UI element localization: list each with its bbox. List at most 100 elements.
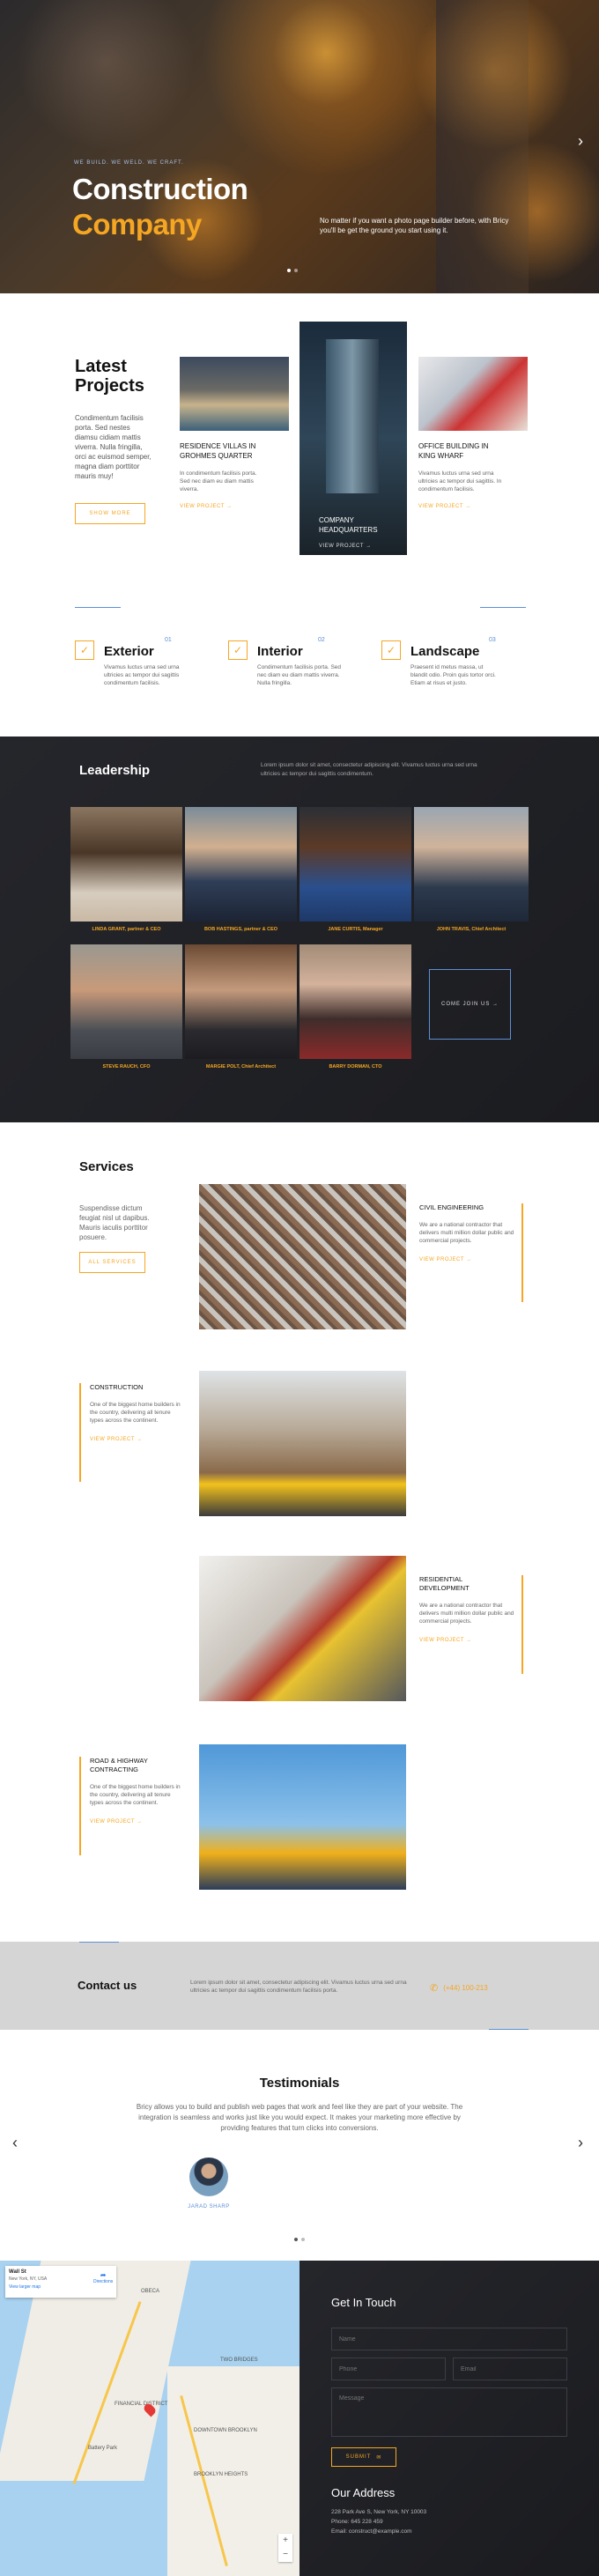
project-photo-villas bbox=[180, 357, 289, 431]
form-heading: Get In Touch bbox=[331, 2296, 396, 2309]
project-link[interactable]: VIEW PROJECT → bbox=[319, 544, 372, 549]
leader-card[interactable]: JANE CURTIS, Manager bbox=[300, 807, 411, 939]
map-label: OBECA bbox=[141, 2289, 160, 2294]
map-label: FINANCIAL DISTRICT bbox=[115, 2402, 168, 2407]
join-us-button[interactable]: COME JOIN US → bbox=[429, 969, 511, 1040]
testimonial-avatar bbox=[189, 2158, 228, 2196]
project-card-villas[interactable]: RESIDENCE VILLAS IN GROHMES QUARTER In c… bbox=[180, 357, 289, 509]
services: Services Suspendisse dictum feugiat nisl… bbox=[0, 1122, 599, 1942]
feature-title: Exterior bbox=[104, 644, 154, 659]
address-line2: Phone: 645 228 459 bbox=[331, 2519, 383, 2525]
leader-name: MARGIE POLT, Chief Architect bbox=[205, 1064, 277, 1070]
feature-title: Landscape bbox=[410, 644, 480, 659]
check-icon: ✓ bbox=[381, 640, 401, 660]
feature-text: Praesent id metus massa, ut blandit odio… bbox=[410, 664, 496, 686]
submit-label[interactable]: SUBMIT bbox=[346, 2454, 372, 2460]
service-card-civil: CIVIL ENGINEERING We are a national cont… bbox=[419, 1203, 523, 1302]
service-link-label[interactable]: VIEW PROJECT bbox=[419, 1257, 464, 1262]
hero-title-line2: Company bbox=[72, 208, 202, 241]
phone-number[interactable]: (+44) 100-213 bbox=[443, 1984, 487, 1992]
leader-photo bbox=[185, 807, 297, 922]
hero-title-line1: Construction bbox=[72, 173, 248, 205]
map[interactable]: OBECA TWO BRIDGES FINANCIAL DISTRICT DOW… bbox=[0, 2261, 300, 2576]
testimonial-dots[interactable] bbox=[294, 2238, 305, 2241]
service-photo-civil bbox=[199, 1184, 406, 1329]
hero-dots[interactable] bbox=[287, 269, 298, 272]
project-link-label[interactable]: VIEW PROJECT bbox=[319, 544, 364, 549]
all-services-button[interactable]: ALL SERVICES bbox=[79, 1252, 145, 1273]
map-directions-label[interactable]: Directions bbox=[93, 2279, 113, 2284]
leader-card[interactable]: BOB HASTINGS, partner & CEO bbox=[185, 807, 297, 939]
leader-card[interactable]: STEVE RAUCH, CFO bbox=[70, 944, 182, 1077]
leader-card[interactable]: LINDA GRANT, partner & CEO bbox=[70, 807, 182, 939]
leader-photo bbox=[70, 944, 182, 1059]
project-card-office[interactable]: OFFICE BUILDING IN KING WHARF Vivamus lu… bbox=[418, 357, 528, 509]
service-link-label[interactable]: VIEW PROJECT bbox=[90, 1437, 135, 1442]
leadership: Leadership Lorem ipsum dolor sit amet, c… bbox=[0, 737, 599, 1122]
zoom-in-icon[interactable]: + bbox=[278, 2534, 292, 2548]
leader-photo bbox=[300, 944, 411, 1059]
service-title: CONSTRUCTION bbox=[90, 1383, 144, 1391]
phone-link[interactable]: ✆ (+44) 100-213 bbox=[430, 1982, 488, 1994]
leader-name: BOB HASTINGS, partner & CEO bbox=[203, 927, 278, 932]
leader-name: LINDA GRANT, partner & CEO bbox=[92, 927, 161, 932]
leader-card[interactable]: JOHN TRAVIS, Chief Architect bbox=[414, 807, 529, 939]
contact-bar: Contact us Lorem ipsum dolor sit amet, c… bbox=[0, 1942, 599, 2030]
email-field[interactable] bbox=[453, 2358, 567, 2380]
features: ✓ 01 Exterior Vivamus luctus urna sed ur… bbox=[0, 584, 599, 737]
feature-number: 01 bbox=[165, 637, 172, 643]
submit-button[interactable]: SUBMIT ✉ bbox=[331, 2447, 396, 2467]
service-title: CIVIL ENGINEERING bbox=[419, 1203, 484, 1211]
service-card-construction: CONSTRUCTION One of the biggest home bui… bbox=[79, 1383, 183, 1482]
leader-name: JOHN TRAVIS, Chief Architect bbox=[436, 927, 507, 932]
map-zoom-controls[interactable]: + − bbox=[278, 2534, 292, 2562]
map-label: Battery Park bbox=[88, 2446, 118, 2451]
service-card-residential: RESIDENTIAL DEVELOPMENT We are a nationa… bbox=[419, 1575, 523, 1674]
address-heading: Our Address bbox=[331, 2486, 396, 2499]
hero-dot[interactable] bbox=[294, 269, 298, 272]
join-us-label[interactable]: COME JOIN US bbox=[441, 1002, 490, 1007]
service-link[interactable]: VIEW PROJECT → bbox=[90, 1819, 183, 1825]
service-link-label[interactable]: VIEW PROJECT bbox=[419, 1638, 464, 1643]
leader-name: STEVE RAUCH, CFO bbox=[102, 1064, 151, 1070]
message-field[interactable] bbox=[331, 2387, 567, 2437]
testimonial-dot[interactable] bbox=[301, 2238, 305, 2241]
project-link[interactable]: VIEW PROJECT → bbox=[180, 504, 289, 509]
feature-text: Condimentum facilisis porta. Sed nec dia… bbox=[257, 664, 342, 686]
hero-dot[interactable] bbox=[287, 269, 291, 272]
divider-right bbox=[480, 607, 526, 608]
name-field[interactable] bbox=[331, 2328, 567, 2350]
testimonials-heading: Testimonials bbox=[259, 2076, 340, 2091]
service-link-label[interactable]: VIEW PROJECT bbox=[90, 1819, 135, 1825]
service-text: One of the biggest home builders in the … bbox=[90, 1784, 181, 1806]
service-text: We are a national contractor that delive… bbox=[419, 1222, 514, 1244]
map-directions-link[interactable]: ➦ Directions bbox=[93, 2271, 113, 2284]
zoom-out-icon[interactable]: − bbox=[278, 2548, 292, 2562]
hero-arrow-right[interactable]: › bbox=[578, 132, 583, 151]
show-more-button[interactable]: SHOW MORE bbox=[75, 503, 145, 524]
project-card-headquarters[interactable]: COMPANY HEADQUARTERS VIEW PROJECT → bbox=[300, 322, 407, 555]
service-link[interactable]: VIEW PROJECT → bbox=[90, 1437, 183, 1442]
project-link[interactable]: VIEW PROJECT → bbox=[418, 504, 528, 509]
testimonial-next-arrow[interactable]: › bbox=[578, 2134, 583, 2152]
project-link-label[interactable]: VIEW PROJECT bbox=[180, 504, 225, 509]
testimonial-dot[interactable] bbox=[294, 2238, 298, 2241]
service-link[interactable]: VIEW PROJECT → bbox=[419, 1638, 521, 1643]
service-photo-residential bbox=[199, 1556, 406, 1701]
hero-building bbox=[436, 0, 529, 293]
project-title: RESIDENCE VILLAS IN GROHMES QUARTER bbox=[180, 442, 256, 460]
services-heading: Services bbox=[79, 1159, 134, 1174]
leader-card[interactable]: MARGIE POLT, Chief Architect bbox=[185, 944, 297, 1077]
leader-card[interactable]: BARRY DORMAN, CTO bbox=[300, 944, 411, 1077]
phone-field[interactable] bbox=[331, 2358, 446, 2380]
service-link[interactable]: VIEW PROJECT → bbox=[419, 1257, 521, 1262]
phone-icon: ✆ bbox=[430, 1983, 439, 1994]
testimonial-prev-arrow[interactable]: ‹ bbox=[12, 2134, 18, 2152]
testimonials: Testimonials Bricy allows you to build a… bbox=[0, 2030, 599, 2261]
map-larger-link[interactable]: View larger map bbox=[9, 2284, 113, 2290]
send-icon: ✉ bbox=[376, 2454, 382, 2461]
service-title: RESIDENTIAL DEVELOPMENT bbox=[419, 1575, 470, 1592]
leadership-intro: Lorem ipsum dolor sit amet, consectetur … bbox=[261, 762, 477, 777]
project-link-label[interactable]: VIEW PROJECT bbox=[418, 504, 463, 509]
leadership-heading: Leadership bbox=[79, 763, 151, 778]
